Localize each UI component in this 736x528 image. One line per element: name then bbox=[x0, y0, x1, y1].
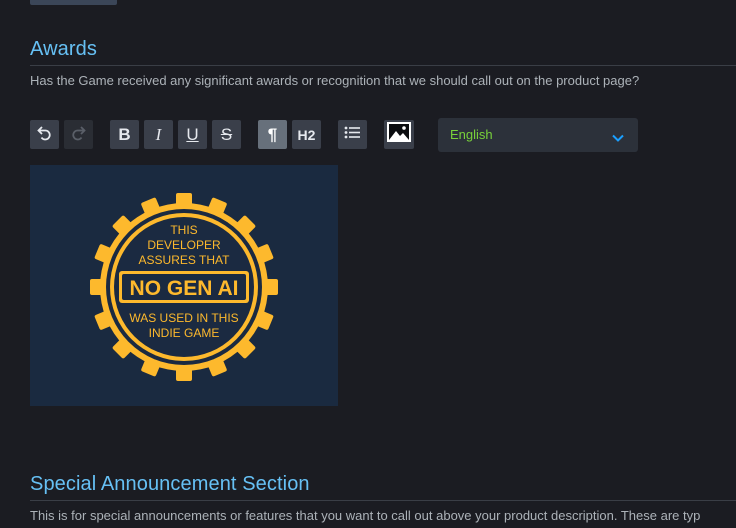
insert-image-button[interactable] bbox=[384, 120, 414, 149]
badge-gear-tooth bbox=[262, 279, 278, 295]
strikethrough-label: S bbox=[220, 125, 233, 144]
italic-button[interactable]: I bbox=[144, 120, 173, 149]
paragraph-button[interactable]: ¶ bbox=[258, 120, 287, 149]
paragraph-label: ¶ bbox=[267, 125, 278, 144]
redo-button[interactable] bbox=[64, 120, 93, 149]
underline-button[interactable]: U bbox=[178, 120, 207, 149]
badge-line3: ASSURES THAT bbox=[139, 253, 231, 267]
underline-label: U bbox=[186, 125, 199, 144]
language-value: English bbox=[450, 127, 493, 142]
undo-icon bbox=[36, 124, 53, 146]
no-gen-ai-badge: THIS DEVELOPER ASSURES THAT NO GEN AI WA… bbox=[90, 193, 278, 381]
announcement-divider bbox=[30, 500, 736, 501]
list-icon bbox=[344, 125, 361, 145]
bullet-list-button[interactable] bbox=[338, 120, 367, 149]
chevron-down-icon bbox=[611, 130, 625, 148]
badge-line5: INDIE GAME bbox=[149, 326, 220, 340]
italic-label: I bbox=[155, 125, 162, 144]
strikethrough-button[interactable]: S bbox=[212, 120, 241, 149]
bold-label: B bbox=[118, 125, 131, 144]
awards-divider bbox=[30, 65, 736, 66]
badge-gear-tooth bbox=[176, 365, 192, 381]
heading2-label: H2 bbox=[297, 126, 316, 143]
special-announcement-title: Special Announcement Section bbox=[30, 473, 310, 495]
announcement-description: This is for special announcements or fea… bbox=[30, 508, 701, 523]
previous-button-edge[interactable] bbox=[30, 0, 117, 5]
heading2-button[interactable]: H2 bbox=[292, 120, 321, 149]
badge-gear-tooth bbox=[90, 279, 106, 295]
awards-description: Has the Game received any significant aw… bbox=[30, 73, 640, 88]
badge-line2: DEVELOPER bbox=[147, 238, 221, 252]
awards-title: Awards bbox=[30, 38, 97, 60]
badge-gear-tooth bbox=[176, 193, 192, 209]
award-image[interactable]: THIS DEVELOPER ASSURES THAT NO GEN AI WA… bbox=[30, 165, 338, 406]
badge-line1: THIS bbox=[170, 223, 197, 237]
image-icon bbox=[386, 121, 412, 148]
badge-line4: WAS USED IN THIS bbox=[129, 311, 238, 325]
undo-button[interactable] bbox=[30, 120, 59, 149]
redo-icon bbox=[70, 124, 87, 146]
language-select[interactable]: English bbox=[438, 118, 638, 152]
bold-button[interactable]: B bbox=[110, 120, 139, 149]
badge-headline: NO GEN AI bbox=[130, 277, 239, 300]
